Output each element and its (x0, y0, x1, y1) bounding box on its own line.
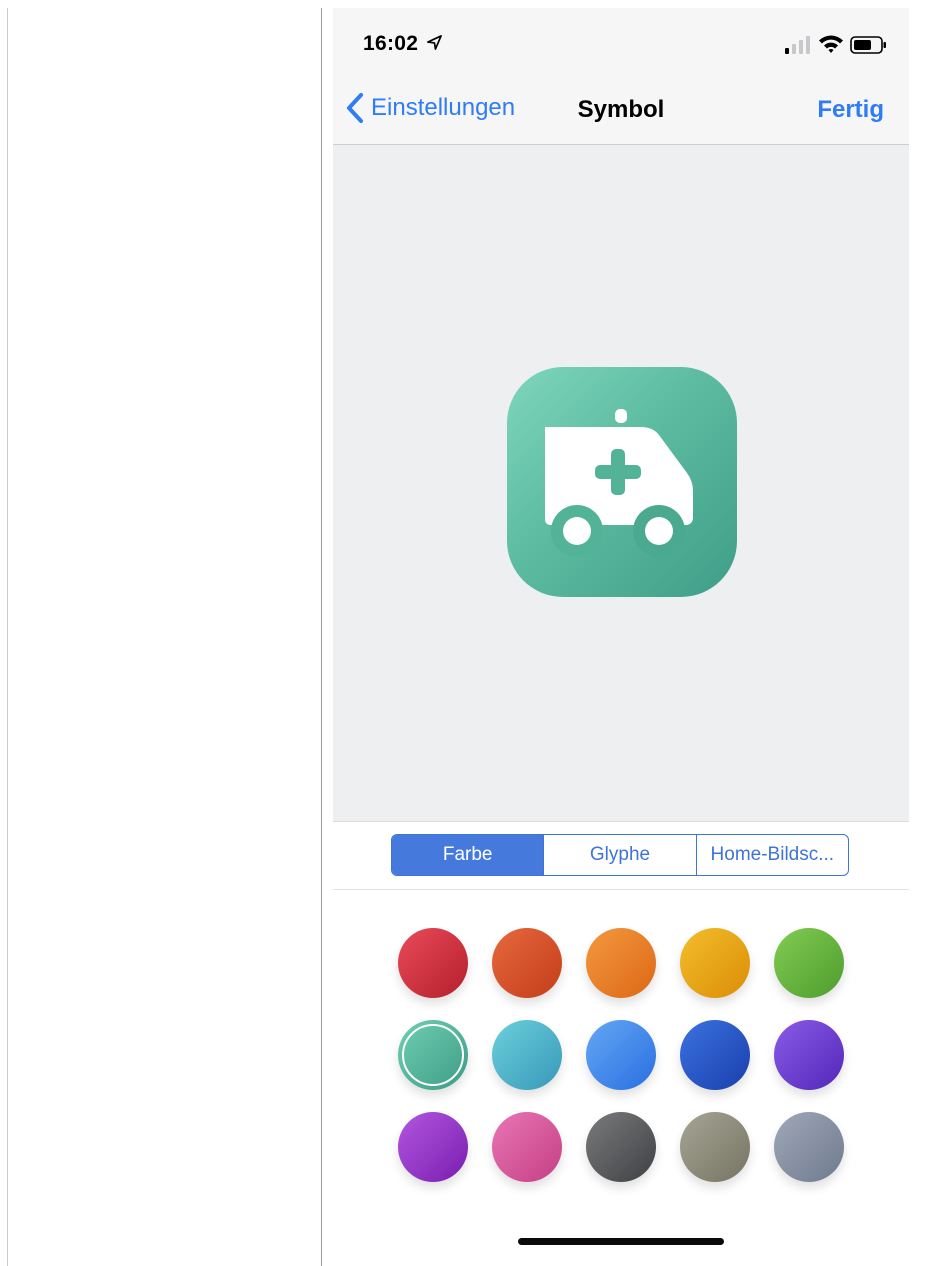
app-icon-preview (507, 367, 737, 597)
color-swatch-grid (398, 928, 845, 1184)
split-view-divider (321, 8, 322, 1266)
segment-home-bildschirm[interactable]: Home-Bildsc... (695, 835, 848, 875)
color-swatch[interactable] (492, 1020, 562, 1090)
ambulance-icon (545, 409, 693, 557)
location-arrow-icon (427, 35, 442, 50)
color-swatch[interactable] (492, 928, 562, 998)
color-swatch[interactable] (680, 1112, 750, 1182)
done-button[interactable]: Fertig (817, 96, 884, 124)
status-bar: 16:02 (333, 8, 909, 72)
color-swatch[interactable] (492, 1112, 562, 1182)
battery-icon (850, 36, 886, 54)
icon-preview-area (333, 145, 909, 822)
segment-glyphe[interactable]: Glyphe (543, 835, 695, 875)
color-swatch[interactable] (398, 1020, 468, 1090)
segmented-control: Farbe Glyphe Home-Bildsc... (391, 834, 849, 876)
back-button[interactable]: Einstellungen (345, 90, 515, 126)
color-swatch[interactable] (774, 1020, 844, 1090)
phone-screen: 16:02 Einstellungen Symbol Fertig Farbe … (333, 8, 909, 1266)
color-swatch[interactable] (774, 928, 844, 998)
color-swatch[interactable] (680, 1020, 750, 1090)
color-swatch[interactable] (398, 928, 468, 998)
back-button-label: Einstellungen (371, 94, 516, 121)
chevron-left-icon (347, 93, 363, 123)
segment-farbe[interactable]: Farbe (392, 835, 544, 875)
color-swatch[interactable] (586, 928, 656, 998)
color-swatch[interactable] (680, 928, 750, 998)
home-indicator (518, 1238, 724, 1245)
color-swatch[interactable] (398, 1112, 468, 1182)
wifi-icon (819, 35, 843, 53)
segment-control-area: Farbe Glyphe Home-Bildsc... (333, 822, 909, 890)
navigation-bar: Einstellungen Symbol Fertig (333, 72, 909, 145)
status-time: 16:02 (363, 32, 419, 55)
sidebar-divider (7, 8, 8, 1266)
color-swatch[interactable] (586, 1112, 656, 1182)
color-swatch[interactable] (774, 1112, 844, 1182)
color-swatch[interactable] (586, 1020, 656, 1090)
cellular-signal-icon (785, 36, 810, 54)
